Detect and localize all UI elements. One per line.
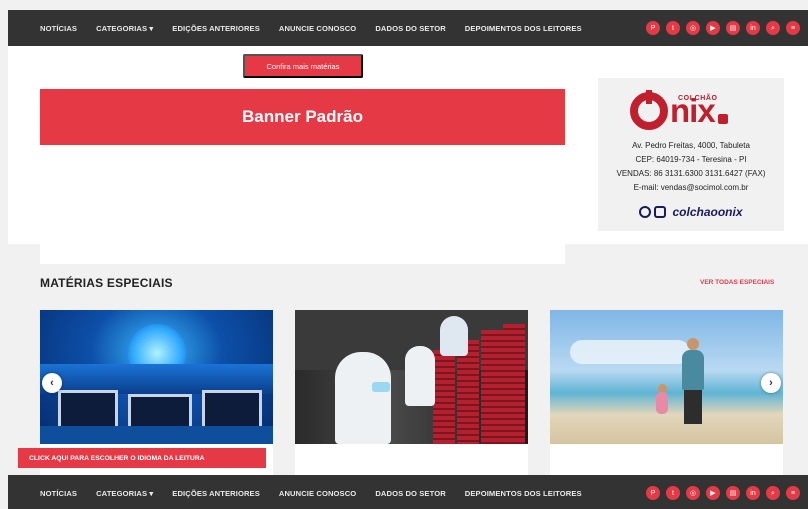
nav-item-categorias[interactable]: CATEGORIAS ▾ <box>96 24 153 33</box>
nav-item-edicoes-anteriores[interactable]: EDIÇÕES ANTERIORES <box>172 489 260 498</box>
instagram-icon[interactable]: ◎ <box>686 486 700 500</box>
social-icons: P t ◎ ▶ ▤ in ⌕ ≡ <box>646 486 800 500</box>
more-articles-button[interactable]: Confira mais matérias <box>243 54 363 78</box>
nav-item-categorias[interactable]: CATEGORIAS ▾ <box>96 489 153 498</box>
special-card-3[interactable] <box>550 310 783 475</box>
nav-item-anuncie-conosco[interactable]: ANUNCIE CONOSCO <box>279 24 356 33</box>
ad-social-handle: colchaoonix <box>598 205 784 219</box>
nav-item-dados-do-setor[interactable]: DADOS DO SETOR <box>375 489 445 498</box>
see-all-special-link[interactable]: VER TODAS ESPECIAIS <box>700 279 774 286</box>
nav-item-noticias[interactable]: NOTÍCIAS <box>40 489 77 498</box>
carousel-next-button[interactable]: › <box>761 373 781 393</box>
onix-badge-icon <box>717 114 728 124</box>
person-head-shape <box>687 338 699 350</box>
card-image-technology <box>40 310 273 444</box>
stack-shape <box>433 350 455 444</box>
facebook-icon <box>639 206 652 218</box>
content-panel-extension <box>40 244 565 264</box>
menu-icon[interactable]: ≡ <box>786 21 800 35</box>
nav-item-dados-do-setor[interactable]: DADOS DO SETOR <box>375 24 445 33</box>
pinterest-icon[interactable]: P <box>646 21 660 35</box>
floor-shape <box>40 426 273 444</box>
ad-email: E-mail: vendas@socimol.com.br <box>633 183 749 192</box>
onix-brand-small: COLCHÃO <box>678 95 718 102</box>
default-banner[interactable]: Banner Padrão <box>40 89 565 145</box>
twitter-icon[interactable]: t <box>666 21 680 35</box>
twitter-icon[interactable]: t <box>666 486 680 500</box>
language-selector-bar[interactable]: CLICK AQUI PARA ESCOLHER O IDIOMA DA LEI… <box>18 448 266 468</box>
linkedin-icon[interactable]: in <box>746 21 760 35</box>
ad-cep: CEP: 64019-734 - Teresina - PI <box>635 155 747 164</box>
person-legs-shape <box>684 390 702 424</box>
youtube-icon[interactable]: ▶ <box>706 21 720 35</box>
nav-item-depoimentos[interactable]: DEPOIMENTOS DOS LEITORES <box>465 24 582 33</box>
special-card-2[interactable] <box>295 310 528 475</box>
stack-shape <box>503 324 525 444</box>
social-icons: P t ◎ ▶ ▤ in ⌕ ≡ <box>646 21 800 35</box>
sticky-navbar: NOTÍCIAS CATEGORIAS ▾ EDIÇÕES ANTERIORES… <box>8 475 808 509</box>
child-shape <box>656 392 668 414</box>
instagram-icon[interactable]: ◎ <box>686 21 700 35</box>
youtube-icon[interactable]: ▶ <box>706 486 720 500</box>
ad-address: Av. Pedro Freitas, 4000, Tabuleta <box>632 141 750 150</box>
ad-handle-text: colchaoonix <box>672 205 743 219</box>
carousel-prev-button[interactable]: ‹ <box>42 373 62 393</box>
worker-shape <box>405 346 435 406</box>
newspaper-icon[interactable]: ▤ <box>726 486 740 500</box>
linkedin-icon[interactable]: in <box>746 486 760 500</box>
worker-shape <box>335 352 391 444</box>
top-navbar: NOTÍCIAS CATEGORIAS ▾ EDIÇÕES ANTERIORES… <box>8 10 808 46</box>
instagram-icon <box>654 206 667 218</box>
person-shape <box>682 350 704 390</box>
pinterest-icon[interactable]: P <box>646 486 660 500</box>
monitor-shape <box>202 390 262 430</box>
worker-shape <box>440 316 468 356</box>
nav-menu: NOTÍCIAS CATEGORIAS ▾ EDIÇÕES ANTERIORES… <box>40 489 646 498</box>
nav-item-anuncie-conosco[interactable]: ANUNCIE CONOSCO <box>279 489 356 498</box>
newspaper-icon[interactable]: ▤ <box>726 21 740 35</box>
search-icon[interactable]: ⌕ <box>766 21 780 35</box>
card-image-beach <box>550 310 783 444</box>
menu-icon[interactable]: ≡ <box>786 486 800 500</box>
colchao-onix-ad[interactable]: nix COLCHÃO Av. Pedro Freitas, 4000, Tab… <box>598 78 784 231</box>
stack-shape <box>481 330 503 444</box>
onix-logo-o-icon <box>630 92 668 130</box>
ad-phones: VENDAS: 86 3131.6300 3131.6427 (FAX) <box>616 169 766 178</box>
monitor-shape <box>58 390 118 430</box>
nav-item-edicoes-anteriores[interactable]: EDIÇÕES ANTERIORES <box>172 24 260 33</box>
section-title-special: MATÉRIAS ESPECIAIS <box>40 276 173 290</box>
card-image-factory <box>295 310 528 444</box>
nav-item-noticias[interactable]: NOTÍCIAS <box>40 24 77 33</box>
nav-menu: NOTÍCIAS CATEGORIAS ▾ EDIÇÕES ANTERIORES… <box>40 24 646 33</box>
cloud-shape <box>570 340 690 364</box>
nav-item-depoimentos[interactable]: DEPOIMENTOS DOS LEITORES <box>465 489 582 498</box>
search-icon[interactable]: ⌕ <box>766 486 780 500</box>
mask-shape <box>372 382 390 392</box>
